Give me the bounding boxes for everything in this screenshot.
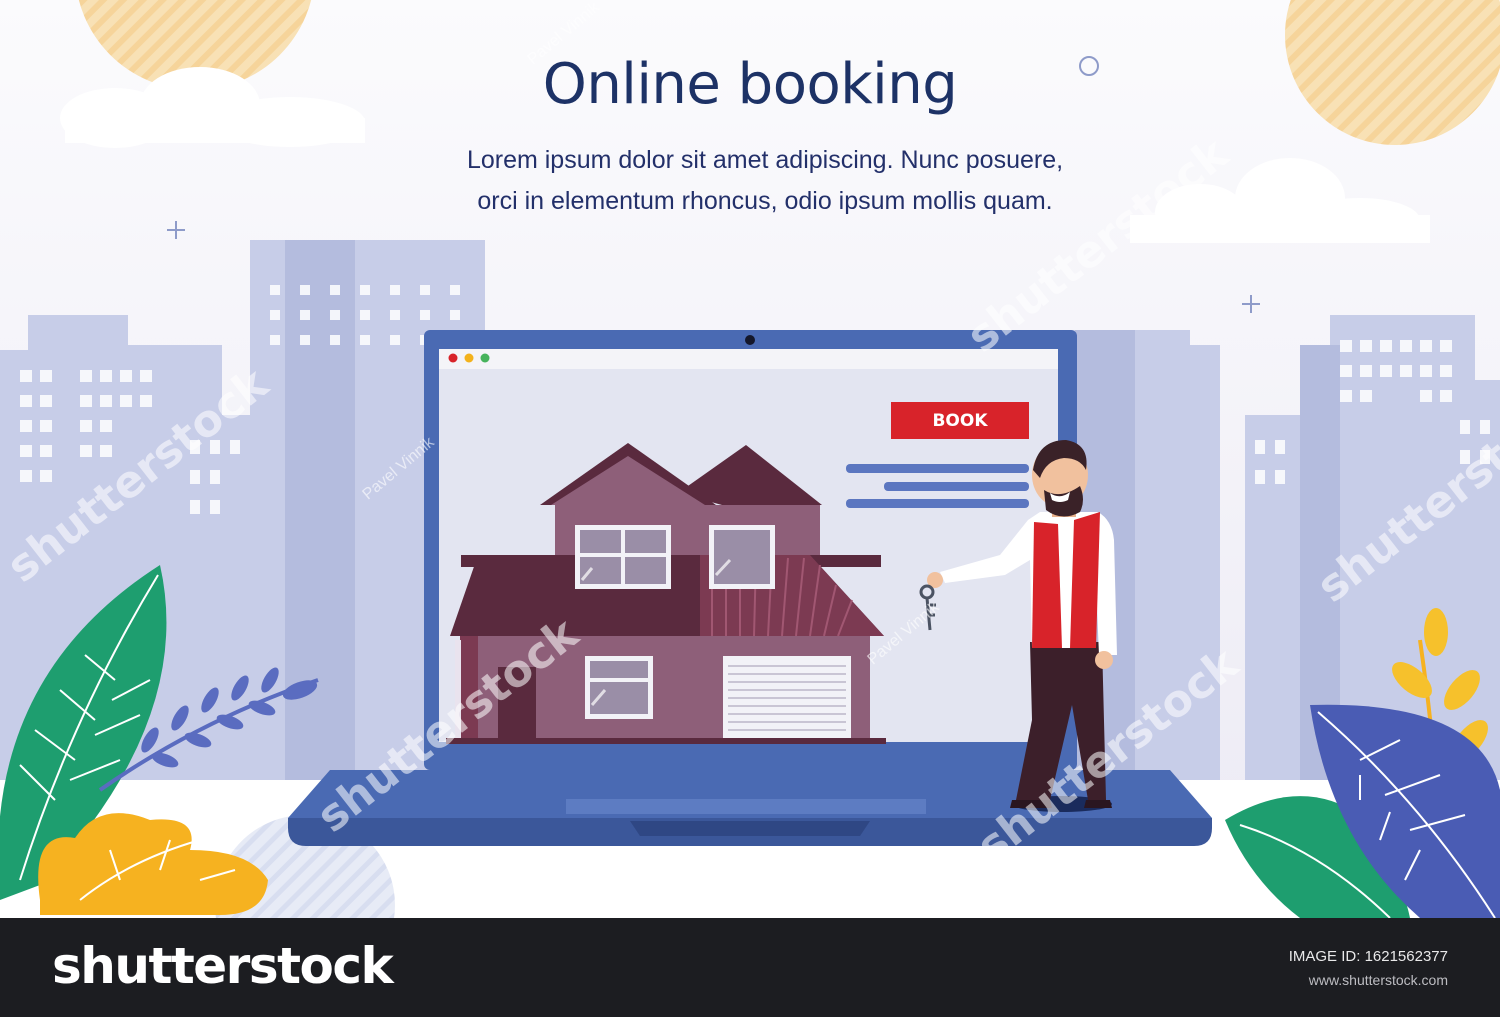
page-title: Online booking: [542, 52, 958, 117]
illustration-svg: [0, 0, 1500, 918]
description-line-2: orci in elementum rhoncus, odio ipsum mo…: [477, 187, 1053, 215]
image-id-value: 1621562377: [1364, 948, 1448, 965]
image-id: IMAGE ID: 1621562377: [1289, 948, 1448, 965]
footer-url: www.shutterstock.com: [1308, 972, 1448, 988]
illustration-scene: [0, 0, 1500, 918]
footer-brand-logo: shutterstock: [52, 937, 394, 995]
page-description: Lorem ipsum dolor sit amet adipiscing. N…: [0, 140, 1500, 222]
image-id-label: IMAGE ID:: [1288, 948, 1361, 965]
description-line-1: Lorem ipsum dolor sit amet adipiscing. N…: [466, 146, 1064, 174]
book-button[interactable]: BOOK: [891, 402, 1029, 439]
